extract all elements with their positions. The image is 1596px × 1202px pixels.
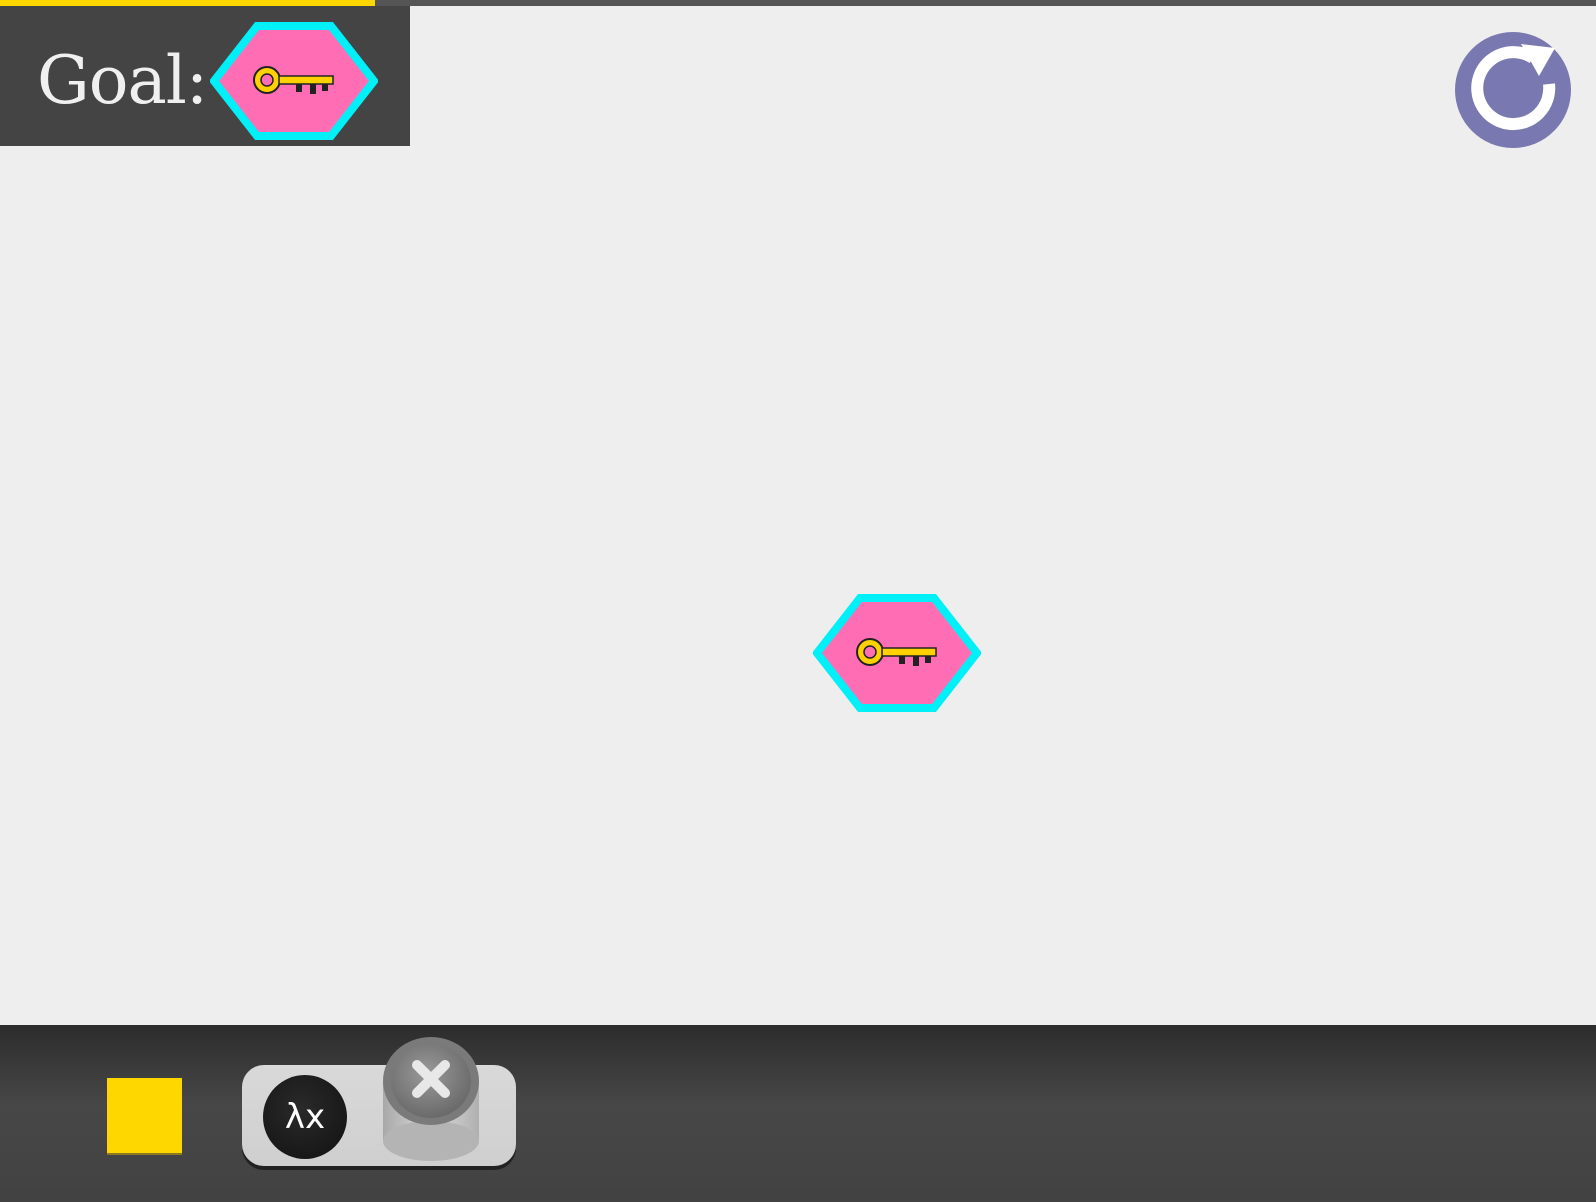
board-key-hexagon[interactable] bbox=[813, 594, 981, 712]
toolbox: λx bbox=[0, 1025, 1596, 1202]
goal-panel: Goal: bbox=[0, 6, 410, 146]
goal-key-hexagon bbox=[210, 22, 378, 140]
reset-button[interactable] bbox=[1453, 30, 1573, 150]
lambda-block[interactable]: λx bbox=[242, 1037, 516, 1166]
goal-label: Goal: bbox=[37, 42, 208, 119]
square-block[interactable] bbox=[107, 1078, 182, 1153]
x-pipe-icon[interactable] bbox=[383, 1037, 479, 1163]
lambda-badge: λx bbox=[263, 1075, 347, 1159]
